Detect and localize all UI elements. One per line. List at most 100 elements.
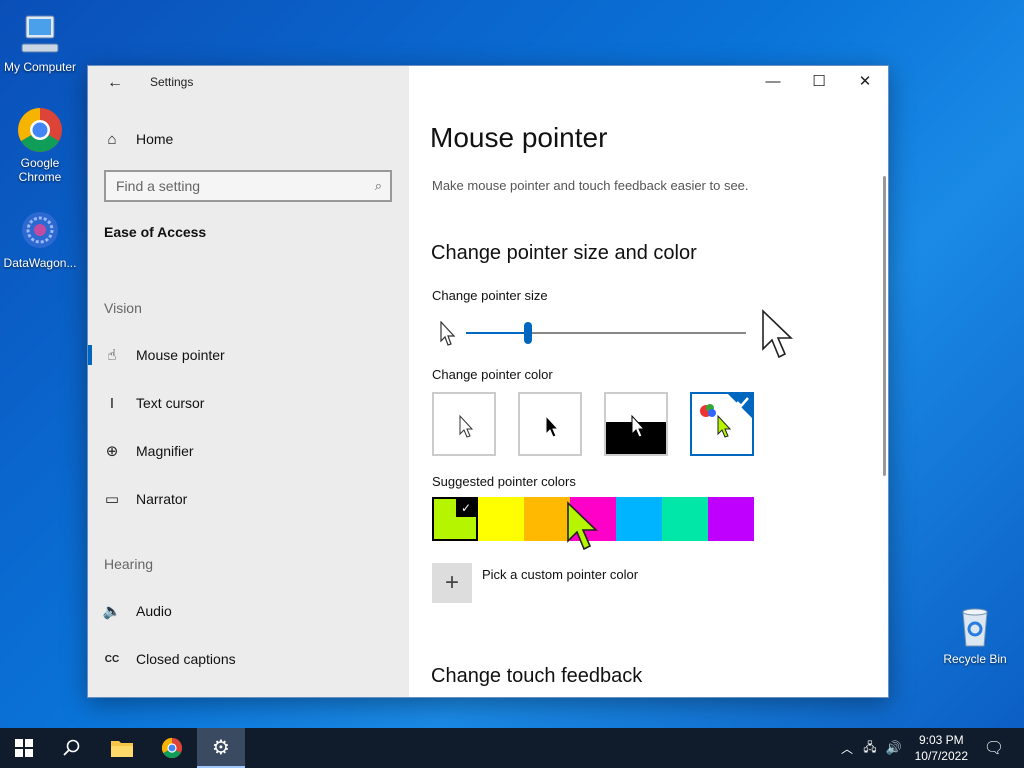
network-button[interactable]: 🖧 <box>858 728 882 768</box>
suggested-color-swatch[interactable] <box>478 497 524 541</box>
pointer-size-slider[interactable] <box>466 322 746 344</box>
section-heading-size-color: Change pointer size and color <box>431 242 697 264</box>
chevron-up-icon: ︿ <box>840 741 853 756</box>
black-pointer-icon <box>545 414 560 438</box>
settings-taskbar-button[interactable]: ⚙ <box>197 728 245 768</box>
back-button[interactable]: ← <box>100 72 130 94</box>
nav-group-hearing: Hearing <box>104 556 154 572</box>
plus-icon: + <box>444 569 459 596</box>
suggested-color-swatch[interactable] <box>708 497 754 541</box>
closed-captions-icon: CC <box>104 653 120 665</box>
desktop-icon-label: Google Chrome <box>18 156 62 184</box>
desktop-icon-recycle-bin[interactable]: Recycle Bin <box>935 602 1015 666</box>
recycle-bin-icon <box>951 602 999 650</box>
nav-item-text-cursor[interactable]: I Text cursor <box>88 383 409 423</box>
suggested-color-swatch[interactable]: ✓ <box>432 497 478 541</box>
file-explorer-button[interactable] <box>98 728 146 768</box>
nav-item-magnifier[interactable]: ⊕ Magnifier <box>88 431 409 471</box>
nav-item-home[interactable]: ⌂ Home <box>88 119 409 159</box>
nav-section-title: Ease of Access <box>104 224 207 240</box>
settings-icon: ⚙ <box>212 736 230 759</box>
page-subtitle: Make mouse pointer and touch feedback ea… <box>432 178 749 193</box>
start-icon <box>15 739 33 757</box>
volume-button[interactable]: 🔊 <box>882 728 906 768</box>
taskbar-clock[interactable]: 9:03 PM 10/7/2022 <box>915 732 968 764</box>
chrome-taskbar-button[interactable] <box>148 728 196 768</box>
chrome-icon <box>16 106 64 154</box>
clock-time: 9:03 PM <box>918 733 964 747</box>
suggested-color-swatch[interactable] <box>524 497 570 541</box>
search-button[interactable] <box>48 728 96 768</box>
nav-item-label: Magnifier <box>136 443 194 459</box>
desktop-icon-label: DataWagon... <box>3 256 77 270</box>
network-icon: 🖧 <box>863 739 877 754</box>
suggested-color-swatch[interactable] <box>616 497 662 541</box>
search-icon <box>63 739 80 756</box>
search-icon: ⌕ <box>374 178 382 193</box>
nav-item-closed-captions[interactable]: CC Closed captions <box>88 639 409 679</box>
start-button[interactable] <box>0 728 48 768</box>
content-scrollbar[interactable] <box>883 176 886 476</box>
computer-icon <box>16 10 64 58</box>
close-button[interactable]: ✕ <box>842 66 888 98</box>
audio-icon: 🔈 <box>102 603 122 620</box>
desktop-icon-datawagon[interactable]: DataWagon... <box>0 206 80 270</box>
desktop-icon-chrome[interactable]: Google Chrome <box>0 106 80 184</box>
narrator-icon: ▭ <box>104 491 120 508</box>
desktop-icon-label: Recycle Bin <box>943 652 1007 666</box>
add-custom-color-button[interactable]: + <box>432 563 472 603</box>
notification-icon: 🗨 <box>983 740 1005 757</box>
selected-check-icon: ✓ <box>456 499 476 517</box>
home-icon: ⌂ <box>107 130 117 148</box>
nav-item-label: Mouse pointer <box>136 347 225 363</box>
volume-icon: 🔊 <box>885 740 903 755</box>
custom-color-pointer-icon <box>700 394 752 438</box>
nav-item-label: Text cursor <box>136 395 205 411</box>
mouse-pointer-icon: ☝ <box>107 347 117 364</box>
desktop-icon-my-computer[interactable]: My Computer <box>0 10 80 74</box>
nav-item-mouse-pointer[interactable]: ☝ Mouse pointer <box>88 335 409 375</box>
nav-item-label: Home <box>136 131 174 147</box>
navigation-pane: ← Settings ⌂ Home Find a setting ⌕ Ease … <box>88 66 409 697</box>
slider-fill <box>466 332 528 334</box>
nav-item-label: Narrator <box>136 491 188 507</box>
settings-window: ← Settings ⌂ Home Find a setting ⌕ Ease … <box>87 65 889 698</box>
nav-item-label: Closed captions <box>136 651 236 667</box>
pointer-color-black[interactable] <box>518 392 582 456</box>
show-hidden-icons-button[interactable]: ︿ <box>836 728 858 768</box>
large-pointer-icon <box>762 309 793 359</box>
minimize-button[interactable]: — <box>750 66 796 98</box>
desktop-icon-label: My Computer <box>3 60 77 74</box>
taskbar: ⚙ ︿ 🖧 🔊 9:03 PM 10/7/2022 🗨 <box>0 728 1024 768</box>
action-center-button[interactable]: 🗨 <box>970 728 1018 768</box>
suggested-color-swatch[interactable] <box>662 497 708 541</box>
white-pointer-icon <box>459 414 474 438</box>
pointer-color-label: Change pointer color <box>432 367 553 382</box>
nav-group-vision: Vision <box>104 300 142 316</box>
small-pointer-icon <box>440 321 456 346</box>
file-explorer-icon <box>111 741 133 757</box>
content-pane: — ☐ ✕ Mouse pointer Make mouse pointer a… <box>409 66 888 697</box>
pointer-color-custom[interactable] <box>690 392 754 456</box>
clock-date: 10/7/2022 <box>914 749 968 763</box>
pointer-color-inverted[interactable] <box>604 392 668 456</box>
back-arrow-icon: ← <box>107 74 123 91</box>
pointer-color-white[interactable] <box>432 392 496 456</box>
search-placeholder: Find a setting <box>116 178 201 194</box>
slider-thumb[interactable] <box>524 322 532 344</box>
app-title: Settings <box>150 75 194 89</box>
custom-color-label[interactable]: Pick a custom pointer color <box>482 567 638 582</box>
nav-item-label: Audio <box>136 603 172 619</box>
chrome-icon <box>161 737 183 759</box>
inverted-pointer-icon <box>606 414 666 454</box>
hover-pointer-icon <box>567 501 598 551</box>
nav-item-audio[interactable]: 🔈 Audio <box>88 591 409 631</box>
search-input[interactable]: Find a setting ⌕ <box>104 170 392 202</box>
datawagon-icon <box>16 206 64 254</box>
text-cursor-icon: I <box>109 394 115 412</box>
magnifier-icon: ⊕ <box>105 443 119 460</box>
pointer-size-label: Change pointer size <box>432 288 548 303</box>
page-title: Mouse pointer <box>430 122 608 153</box>
maximize-button[interactable]: ☐ <box>796 66 842 98</box>
nav-item-narrator[interactable]: ▭ Narrator <box>88 479 409 519</box>
